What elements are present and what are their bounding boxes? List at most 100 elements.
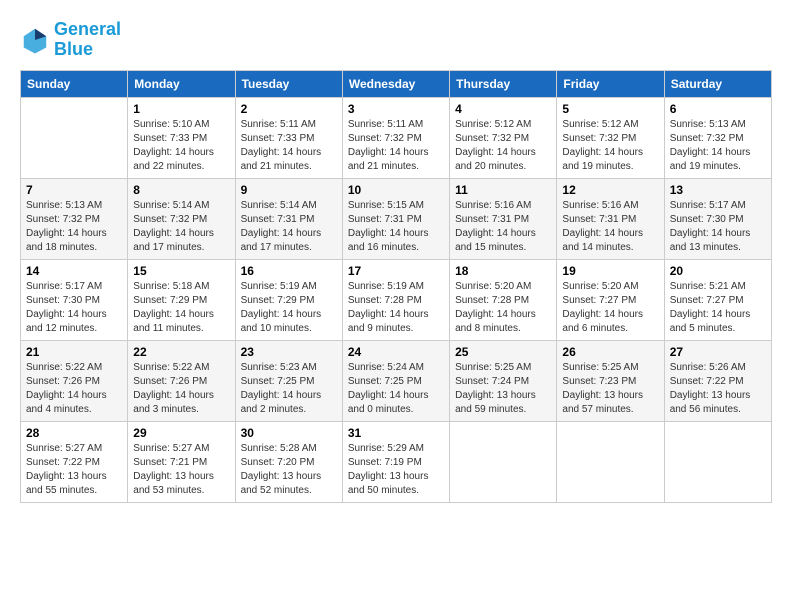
day-info: Sunrise: 5:15 AMSunset: 7:31 PMDaylight:… [348,199,444,255]
day-number: 1 [133,102,229,116]
day-info: Sunrise: 5:13 AMSunset: 7:32 PMDaylight:… [26,199,122,255]
day-number: 15 [133,264,229,278]
day-number: 6 [670,102,766,116]
day-number: 10 [348,183,444,197]
day-info: Sunrise: 5:22 AMSunset: 7:26 PMDaylight:… [26,361,122,417]
day-info: Sunrise: 5:25 AMSunset: 7:23 PMDaylight:… [562,361,658,417]
day-info: Sunrise: 5:29 AMSunset: 7:19 PMDaylight:… [348,442,444,498]
calendar-cell: 23 Sunrise: 5:23 AMSunset: 7:25 PMDayligh… [235,340,342,421]
day-info: Sunrise: 5:25 AMSunset: 7:24 PMDaylight:… [455,361,551,417]
calendar-cell: 3 Sunrise: 5:11 AMSunset: 7:32 PMDaylight… [342,97,449,178]
logo-text: General Blue [54,20,121,60]
calendar-cell: 6 Sunrise: 5:13 AMSunset: 7:32 PMDaylight… [664,97,771,178]
calendar-cell: 24Sunrise: 5:24 AMSunset: 7:25 PMDayligh… [342,340,449,421]
day-info: Sunrise: 5:20 AMSunset: 7:28 PMDaylight:… [455,280,551,336]
calendar-cell [21,97,128,178]
calendar-cell: 13 Sunrise: 5:17 AMSunset: 7:30 PMDayligh… [664,178,771,259]
day-info: Sunrise: 5:26 AMSunset: 7:22 PMDaylight:… [670,361,766,417]
day-number: 3 [348,102,444,116]
day-number: 14 [26,264,122,278]
day-number: 5 [562,102,658,116]
day-number: 17 [348,264,444,278]
logo: General Blue [20,20,121,60]
day-number: 21 [26,345,122,359]
day-info: Sunrise: 5:13 AMSunset: 7:32 PMDaylight:… [670,118,766,174]
col-header-thursday: Thursday [450,70,557,97]
calendar-cell: 11 Sunrise: 5:16 AMSunset: 7:31 PMDayligh… [450,178,557,259]
day-info: Sunrise: 5:17 AMSunset: 7:30 PMDaylight:… [670,199,766,255]
day-number: 19 [562,264,658,278]
day-info: Sunrise: 5:20 AMSunset: 7:27 PMDaylight:… [562,280,658,336]
col-header-monday: Monday [128,70,235,97]
day-number: 25 [455,345,551,359]
calendar-table: SundayMondayTuesdayWednesdayThursdayFrid… [20,70,772,503]
day-number: 11 [455,183,551,197]
day-info: Sunrise: 5:10 AMSunset: 7:33 PMDaylight:… [133,118,229,174]
day-info: Sunrise: 5:28 AMSunset: 7:20 PMDaylight:… [241,442,337,498]
col-header-sunday: Sunday [21,70,128,97]
day-info: Sunrise: 5:22 AMSunset: 7:26 PMDaylight:… [133,361,229,417]
calendar-cell: 10 Sunrise: 5:15 AMSunset: 7:31 PMDayligh… [342,178,449,259]
day-number: 4 [455,102,551,116]
day-info: Sunrise: 5:14 AMSunset: 7:32 PMDaylight:… [133,199,229,255]
day-number: 12 [562,183,658,197]
calendar-cell: 16 Sunrise: 5:19 AMSunset: 7:29 PMDayligh… [235,259,342,340]
calendar-cell: 8 Sunrise: 5:14 AMSunset: 7:32 PMDaylight… [128,178,235,259]
day-info: Sunrise: 5:14 AMSunset: 7:31 PMDaylight:… [241,199,337,255]
calendar-cell: 7 Sunrise: 5:13 AMSunset: 7:32 PMDaylight… [21,178,128,259]
day-info: Sunrise: 5:19 AMSunset: 7:28 PMDaylight:… [348,280,444,336]
col-header-saturday: Saturday [664,70,771,97]
day-info: Sunrise: 5:19 AMSunset: 7:29 PMDaylight:… [241,280,337,336]
day-info: Sunrise: 5:16 AMSunset: 7:31 PMDaylight:… [562,199,658,255]
day-info: Sunrise: 5:16 AMSunset: 7:31 PMDaylight:… [455,199,551,255]
calendar-cell: 21 Sunrise: 5:22 AMSunset: 7:26 PMDayligh… [21,340,128,421]
day-info: Sunrise: 5:18 AMSunset: 7:29 PMDaylight:… [133,280,229,336]
calendar-cell: 14 Sunrise: 5:17 AMSunset: 7:30 PMDayligh… [21,259,128,340]
day-number: 31 [348,426,444,440]
calendar-cell: 25 Sunrise: 5:25 AMSunset: 7:24 PMDayligh… [450,340,557,421]
day-number: 9 [241,183,337,197]
day-number: 8 [133,183,229,197]
day-number: 27 [670,345,766,359]
calendar-cell: 30 Sunrise: 5:28 AMSunset: 7:20 PMDayligh… [235,421,342,502]
day-info: Sunrise: 5:12 AMSunset: 7:32 PMDaylight:… [455,118,551,174]
day-number: 26 [562,345,658,359]
calendar-cell: 26 Sunrise: 5:25 AMSunset: 7:23 PMDayligh… [557,340,664,421]
calendar-cell: 29 Sunrise: 5:27 AMSunset: 7:21 PMDayligh… [128,421,235,502]
day-info: Sunrise: 5:23 AMSunset: 7:25 PMDaylight:… [241,361,337,417]
header: General Blue [20,20,772,60]
day-info: Sunrise: 5:27 AMSunset: 7:22 PMDaylight:… [26,442,122,498]
calendar-cell [664,421,771,502]
day-number: 16 [241,264,337,278]
day-info: Sunrise: 5:12 AMSunset: 7:32 PMDaylight:… [562,118,658,174]
logo-icon [20,25,50,55]
calendar-cell: 18 Sunrise: 5:20 AMSunset: 7:28 PMDayligh… [450,259,557,340]
day-info: Sunrise: 5:17 AMSunset: 7:30 PMDaylight:… [26,280,122,336]
day-number: 7 [26,183,122,197]
calendar-cell: 15 Sunrise: 5:18 AMSunset: 7:29 PMDayligh… [128,259,235,340]
day-number: 30 [241,426,337,440]
day-info: Sunrise: 5:24 AMSunset: 7:25 PMDaylight:… [348,361,444,417]
day-number: 20 [670,264,766,278]
calendar-cell: 20 Sunrise: 5:21 AMSunset: 7:27 PMDayligh… [664,259,771,340]
day-number: 18 [455,264,551,278]
calendar-cell: 9 Sunrise: 5:14 AMSunset: 7:31 PMDaylight… [235,178,342,259]
day-info: Sunrise: 5:11 AMSunset: 7:32 PMDaylight:… [348,118,444,174]
calendar-cell: 31 Sunrise: 5:29 AMSunset: 7:19 PMDayligh… [342,421,449,502]
day-number: 22 [133,345,229,359]
day-number: 28 [26,426,122,440]
calendar-cell: 2Sunrise: 5:11 AMSunset: 7:33 PMDaylight… [235,97,342,178]
day-number: 13 [670,183,766,197]
day-number: 23 [241,345,337,359]
col-header-friday: Friday [557,70,664,97]
day-info: Sunrise: 5:21 AMSunset: 7:27 PMDaylight:… [670,280,766,336]
day-info: Sunrise: 5:27 AMSunset: 7:21 PMDaylight:… [133,442,229,498]
day-info: Sunrise: 5:11 AMSunset: 7:33 PMDaylight:… [241,118,337,174]
calendar-cell: 1 Sunrise: 5:10 AMSunset: 7:33 PMDaylight… [128,97,235,178]
calendar-cell: 27 Sunrise: 5:26 AMSunset: 7:22 PMDayligh… [664,340,771,421]
col-header-wednesday: Wednesday [342,70,449,97]
calendar-cell: 4 Sunrise: 5:12 AMSunset: 7:32 PMDaylight… [450,97,557,178]
day-number: 29 [133,426,229,440]
calendar-cell: 5 Sunrise: 5:12 AMSunset: 7:32 PMDaylight… [557,97,664,178]
calendar-cell: 28 Sunrise: 5:27 AMSunset: 7:22 PMDayligh… [21,421,128,502]
